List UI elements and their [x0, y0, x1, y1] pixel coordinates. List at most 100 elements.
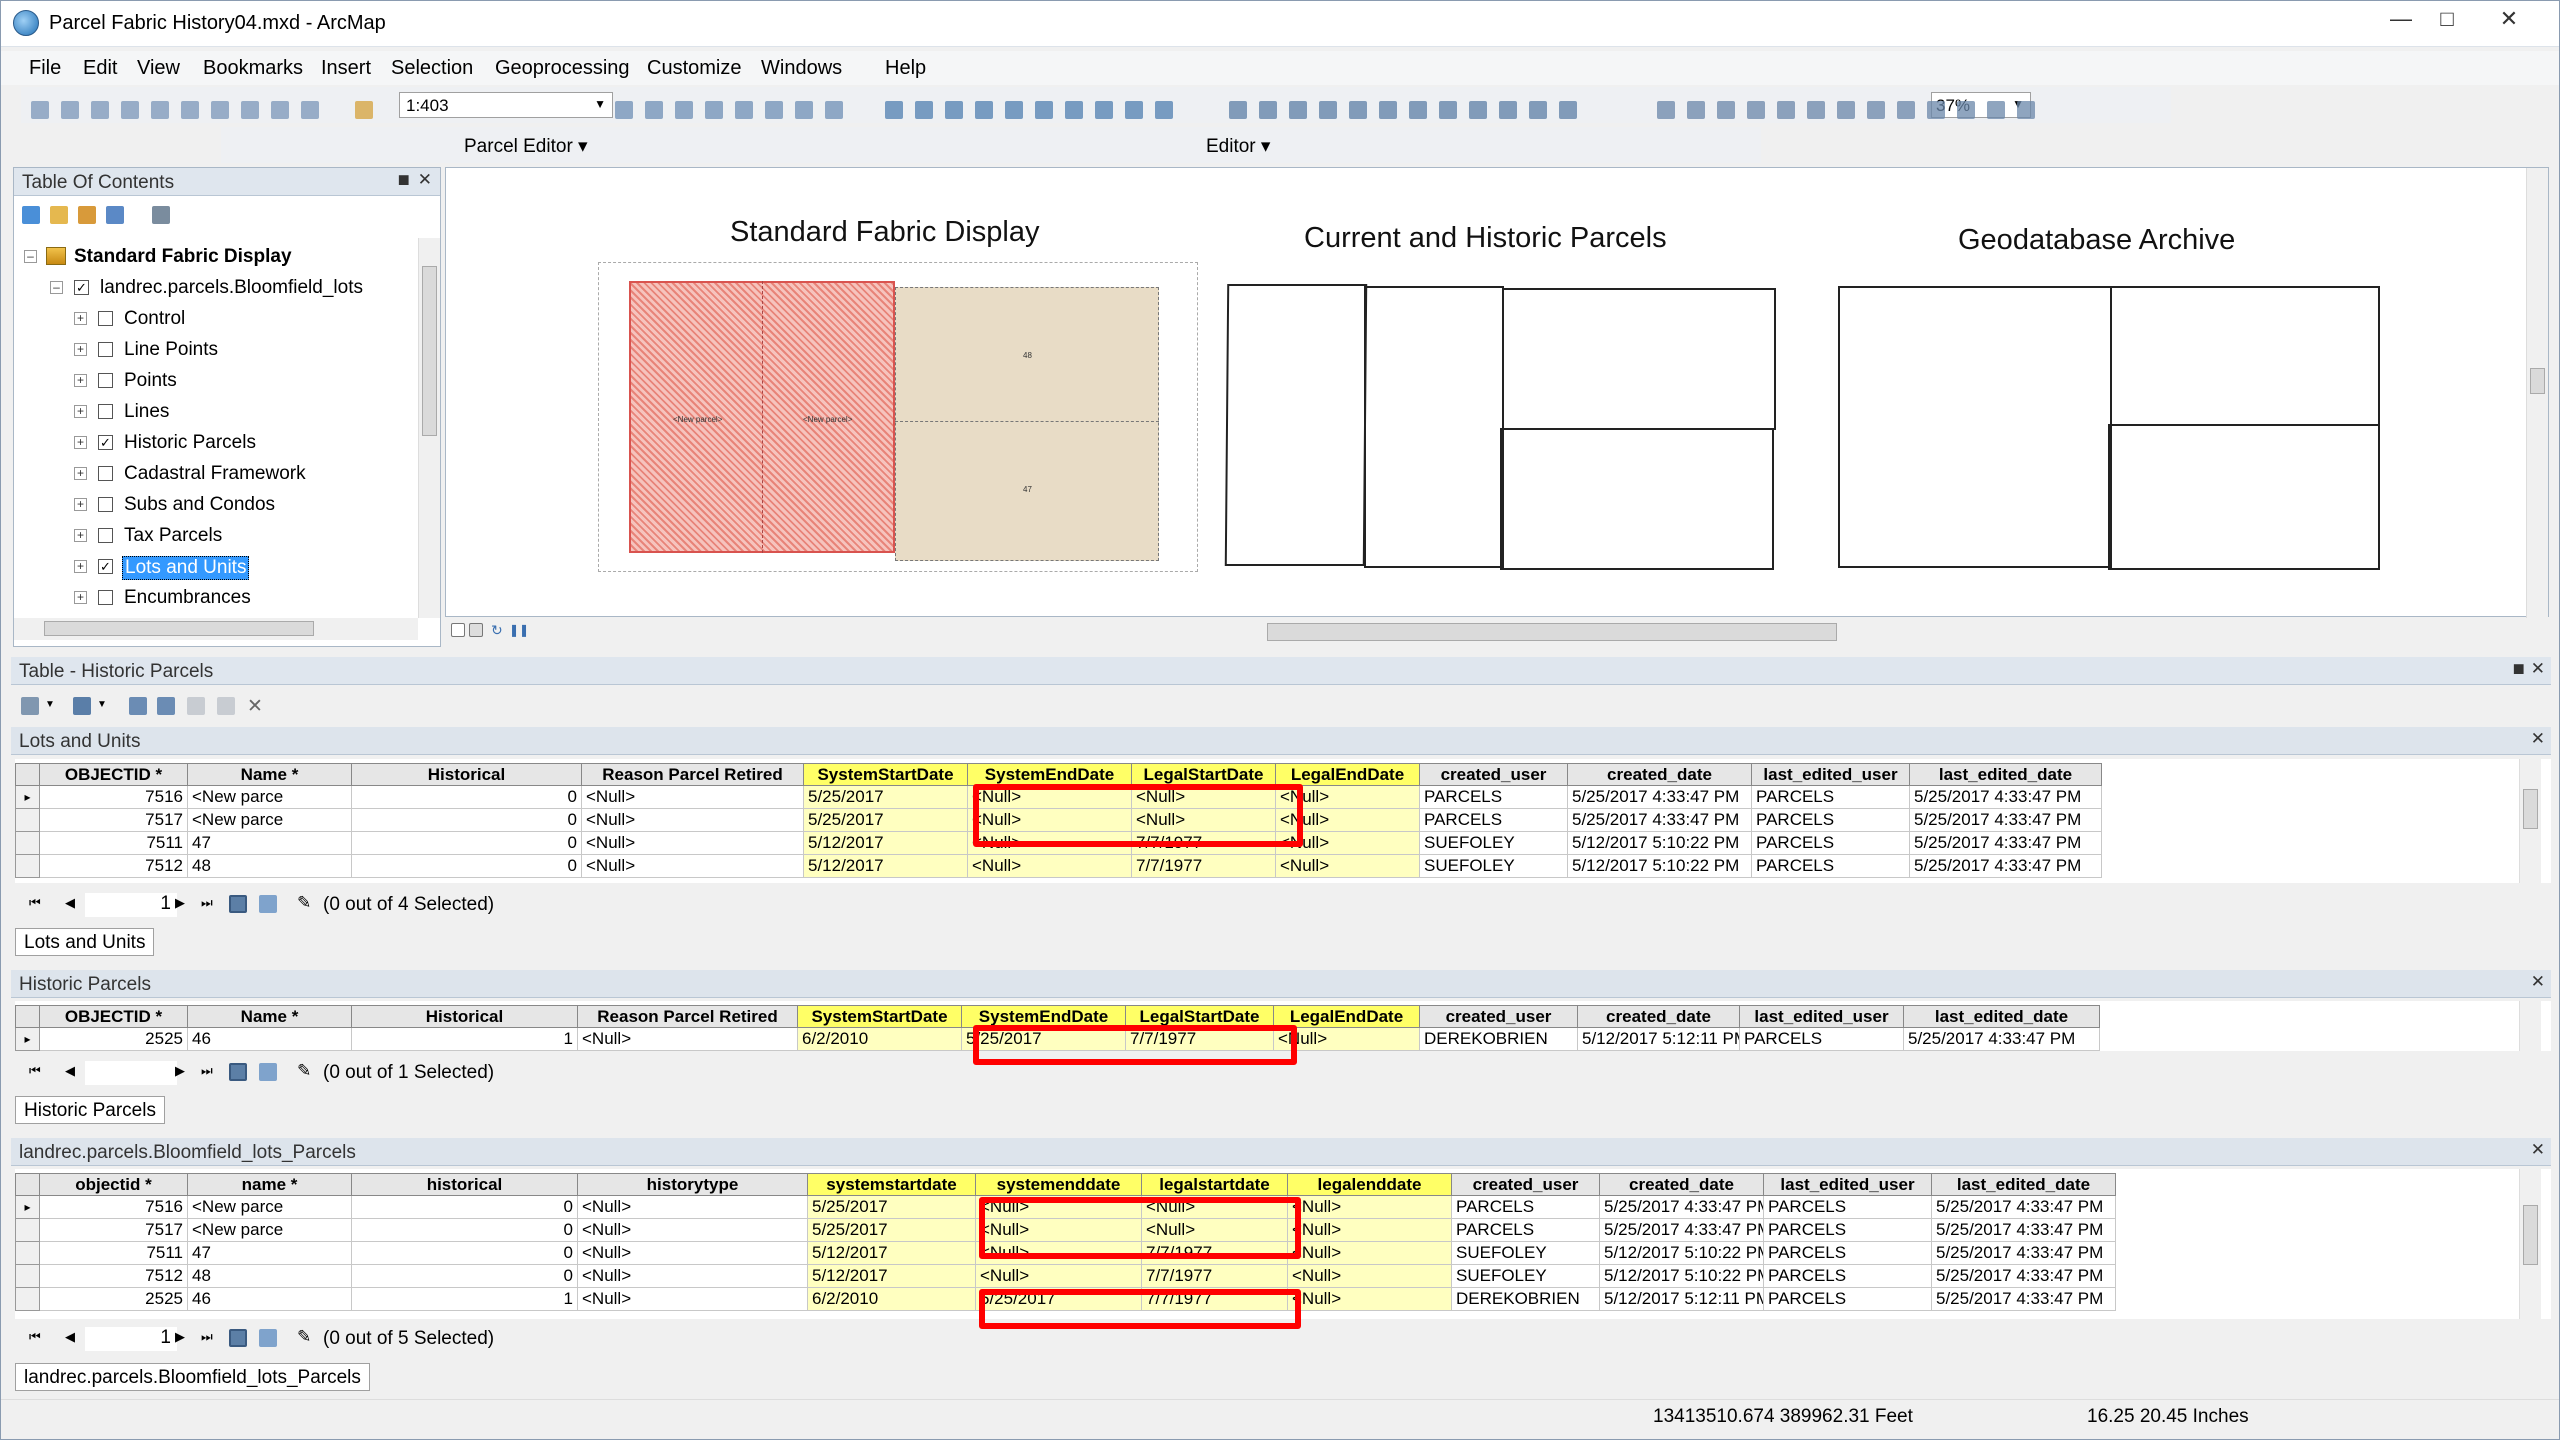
table-cell[interactable]: 5/25/2017 4:33:47 PM: [1903, 1027, 2100, 1051]
table-cell[interactable]: <Null>: [577, 1264, 808, 1288]
back-icon[interactable]: [1065, 101, 1083, 119]
table-cell[interactable]: 0: [351, 1264, 578, 1288]
show-all-records-icon[interactable]: [229, 895, 247, 913]
table-cell[interactable]: 5/25/2017 4:33:47 PM: [1931, 1287, 2116, 1311]
list-by-source-icon[interactable]: [50, 206, 68, 224]
toc-window-icon[interactable]: [645, 101, 663, 119]
pin-icon[interactable]: ◼: [2513, 659, 2525, 677]
pin-icon[interactable]: ◼: [398, 170, 410, 188]
go-forward-extent-icon[interactable]: [1897, 101, 1915, 119]
layout-view-toggle[interactable]: ↻ ❚❚: [451, 623, 531, 641]
toc-item-historic-parcels[interactable]: + ✓ Historic Parcels: [14, 428, 414, 458]
table-cell[interactable]: 5/25/2017 4:33:47 PM: [1567, 785, 1752, 809]
column-header[interactable]: created_user: [1419, 1005, 1578, 1028]
info-icon[interactable]: [1259, 101, 1277, 119]
table-cell[interactable]: 5/25/2017 4:33:47 PM: [1931, 1264, 2116, 1288]
row-selector[interactable]: [15, 808, 40, 832]
menu-help[interactable]: Help: [885, 57, 926, 80]
table-cell[interactable]: PARCELS: [1751, 831, 1910, 855]
layer-checkbox[interactable]: [98, 342, 113, 357]
select-elements-icon[interactable]: [1229, 101, 1247, 119]
editor-toolbar-icon[interactable]: [615, 101, 633, 119]
column-header[interactable]: LegalEndDate: [1275, 763, 1420, 786]
table-cell[interactable]: 47: [187, 831, 352, 855]
table-cell[interactable]: PARCELS: [1419, 785, 1568, 809]
change-layout-icon[interactable]: [1987, 101, 2005, 119]
column-header[interactable]: created_date: [1577, 1005, 1740, 1028]
column-header[interactable]: OBJECTID *: [39, 763, 188, 786]
list-by-drawing-order-icon[interactable]: [22, 206, 40, 224]
column-header[interactable]: legalstartdate: [1141, 1173, 1288, 1196]
row-selector[interactable]: [15, 831, 40, 855]
time-slider-icon[interactable]: [1469, 101, 1487, 119]
viewer-icon[interactable]: [1559, 101, 1577, 119]
column-header[interactable]: created_date: [1567, 763, 1752, 786]
toc-item-cadastral-framework[interactable]: + Cadastral Framework: [14, 459, 414, 489]
table-cell[interactable]: 46: [187, 1027, 352, 1051]
editor-menu[interactable]: Editor ▾: [1206, 135, 1270, 158]
expand-icon[interactable]: +: [74, 436, 87, 449]
table-cell[interactable]: <Null>: [577, 1195, 808, 1219]
table-row[interactable]: 7512 48 0 <Null> 5/12/2017 <Null> 7/7/1977 <Nul…: [15, 854, 2102, 878]
column-header[interactable]: name *: [187, 1173, 352, 1196]
layout-view[interactable]: Standard Fabric Display Current and Hist…: [445, 167, 2549, 618]
column-header[interactable]: LegalEndDate: [1273, 1005, 1420, 1028]
table-cell[interactable]: PARCELS: [1763, 1287, 1932, 1311]
table-cell[interactable]: 5/25/2017: [807, 1195, 976, 1219]
column-header[interactable]: last_edited_date: [1903, 1005, 2100, 1028]
tab-historic-parcels[interactable]: Historic Parcels: [15, 1096, 165, 1124]
table-cell[interactable]: DEREKOBRIEN: [1451, 1287, 1600, 1311]
model-builder-icon[interactable]: [795, 101, 813, 119]
table-cell[interactable]: 0: [351, 1241, 578, 1265]
column-header[interactable]: last_edited_user: [1739, 1005, 1904, 1028]
identify-icon[interactable]: [825, 101, 843, 119]
zoom-whole-page-icon[interactable]: [1747, 101, 1765, 119]
table-cell[interactable]: 5/25/2017 4:33:47 PM: [1599, 1218, 1764, 1242]
table-cell[interactable]: <Null>: [577, 1218, 808, 1242]
measure-icon[interactable]: [1349, 101, 1367, 119]
delete-icon[interactable]: ✕: [247, 695, 263, 718]
scroll-thumb[interactable]: [2523, 1205, 2538, 1265]
table-cell[interactable]: 7517: [39, 808, 188, 832]
previous-record-icon[interactable]: ◀: [65, 1329, 75, 1345]
data-view-icon[interactable]: [451, 623, 465, 637]
xy-icon[interactable]: [1439, 101, 1457, 119]
collapse-icon[interactable]: –: [24, 250, 37, 263]
menu-edit[interactable]: Edit: [83, 57, 117, 80]
table-cell[interactable]: 5/12/2017 5:10:22 PM: [1599, 1241, 1764, 1265]
toc-item-lines[interactable]: + Lines: [14, 397, 414, 427]
table-cell[interactable]: 47: [187, 1241, 352, 1265]
switch-selection-icon[interactable]: [157, 697, 175, 715]
table-cell[interactable]: 0: [351, 1218, 578, 1242]
table-cell[interactable]: 7512: [39, 854, 188, 878]
last-record-icon[interactable]: ⏭: [201, 1329, 213, 1345]
pan-icon[interactable]: [945, 101, 963, 119]
menu-view[interactable]: View: [137, 57, 180, 80]
table-row[interactable]: 7512 48 0 <Null> 5/12/2017 <Null> 7/7/1977 <Nul…: [15, 1264, 2116, 1288]
cut-icon[interactable]: [151, 101, 169, 119]
table-cell[interactable]: 48: [187, 854, 352, 878]
close-icon[interactable]: ✕: [2531, 659, 2545, 679]
toc-root-row[interactable]: – Standard Fabric Display: [14, 242, 414, 272]
related-tables-icon[interactable]: [73, 697, 91, 715]
layer-checkbox[interactable]: [98, 590, 113, 605]
column-header[interactable]: SystemStartDate: [803, 763, 968, 786]
table-cell[interactable]: <Null>: [975, 1264, 1142, 1288]
first-record-icon[interactable]: ⏮: [29, 1329, 41, 1345]
table-cell[interactable]: 5/25/2017 4:33:47 PM: [1909, 854, 2102, 878]
menu-file[interactable]: File: [29, 57, 61, 80]
table-cell[interactable]: 0: [351, 785, 582, 809]
focus-frame-icon[interactable]: [1957, 101, 1975, 119]
row-selector[interactable]: [15, 854, 40, 878]
row-selector[interactable]: ▸: [15, 1195, 40, 1219]
table-cell[interactable]: 5/25/2017 4:33:47 PM: [1931, 1218, 2116, 1242]
column-header[interactable]: OBJECTID *: [39, 1005, 188, 1028]
scroll-thumb[interactable]: [2523, 789, 2538, 829]
column-header[interactable]: systemstartdate: [807, 1173, 976, 1196]
table-cell[interactable]: 5/25/2017 4:33:47 PM: [1567, 808, 1752, 832]
table-cell[interactable]: PARCELS: [1763, 1241, 1932, 1265]
table-cell[interactable]: 0: [351, 854, 582, 878]
close-icon[interactable]: ✕: [418, 170, 432, 190]
table-cell[interactable]: 7/7/1977: [1131, 854, 1276, 878]
record-number-input[interactable]: [85, 1061, 177, 1085]
